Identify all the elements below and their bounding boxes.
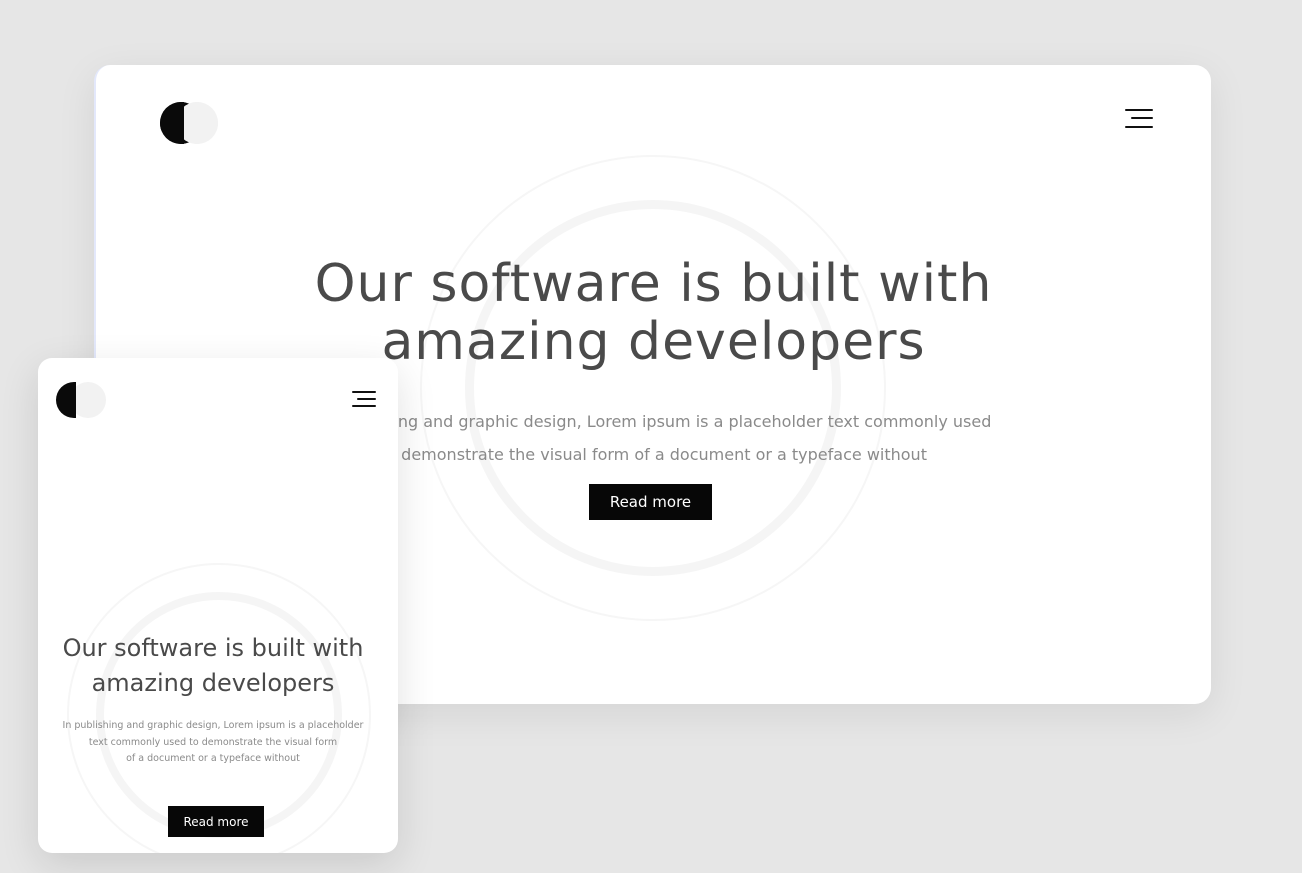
mobile-preview-card: Our software is built with amazing devel… bbox=[38, 358, 398, 853]
hero-description-line2: to demonstrate the visual form of a docu… bbox=[380, 445, 927, 464]
mobile-hero-description-line1: In publishing and graphic design, Lorem … bbox=[62, 720, 364, 731]
mobile-hamburger-menu-icon[interactable] bbox=[348, 390, 376, 410]
mobile-hero-description: In publishing and graphic design, Lorem … bbox=[48, 718, 378, 768]
hero-description-line1: In publishing and graphic design, Lorem … bbox=[315, 412, 992, 431]
mobile-hero-title-line2: amazing developers bbox=[91, 669, 335, 697]
mobile-hero-title: Our software is built with amazing devel… bbox=[38, 631, 388, 701]
moon-logo-icon[interactable] bbox=[160, 101, 220, 145]
read-more-button[interactable]: Read more bbox=[589, 484, 712, 520]
hero-title-line2: amazing developers bbox=[381, 312, 926, 372]
hero-title-line1: Our software is built with bbox=[314, 254, 993, 314]
mobile-hero-description-line2: text commonly used to demonstrate the vi… bbox=[88, 736, 338, 748]
mobile-hero-description-line3: of a document or a typeface without bbox=[126, 753, 300, 764]
hamburger-menu-icon[interactable] bbox=[1121, 107, 1153, 131]
mobile-moon-logo-icon[interactable] bbox=[56, 382, 108, 418]
mobile-hero-title-line1: Our software is built with bbox=[62, 634, 364, 662]
hero-title: Our software is built with amazing devel… bbox=[196, 255, 1111, 371]
mobile-read-more-button[interactable]: Read more bbox=[168, 806, 264, 837]
mobile-background-ring-inner bbox=[96, 592, 342, 838]
